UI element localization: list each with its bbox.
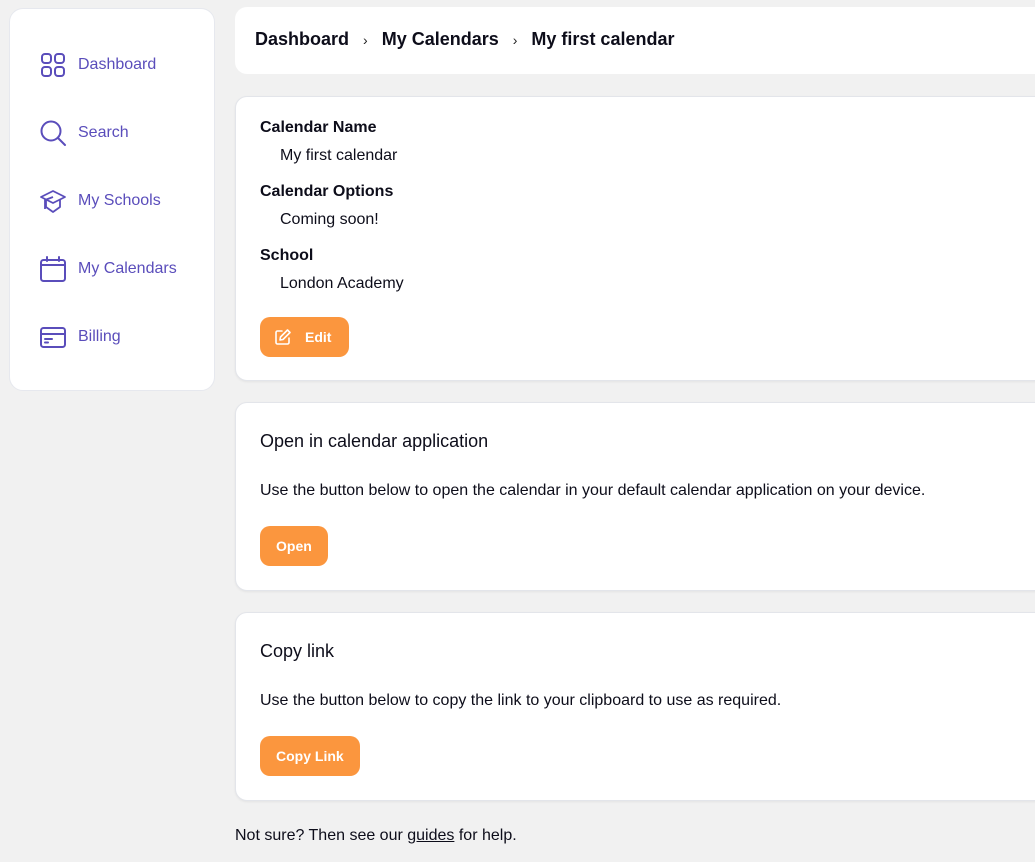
footer-suffix: for help.: [454, 827, 517, 844]
sidebar-item-label: Dashboard: [78, 56, 157, 73]
sidebar-item-dashboard[interactable]: Dashboard: [39, 50, 156, 80]
copy-section-description: Use the button below to copy the link to…: [260, 692, 782, 709]
breadcrumb-card: Dashboard › My Calendars › My first cale…: [235, 7, 1035, 74]
sidebar: Dashboard Search My Schools My Calendars…: [9, 8, 215, 391]
copy-link-button[interactable]: Copy Link: [260, 736, 360, 776]
school-value: London Academy: [280, 275, 404, 292]
guides-link[interactable]: guides: [407, 827, 454, 844]
calendar-options-value: Coming soon!: [280, 211, 379, 228]
breadcrumb-current: My first calendar: [531, 29, 675, 49]
chevron-right-icon: ›: [363, 31, 368, 48]
breadcrumb-my-calendars[interactable]: My Calendars: [382, 29, 499, 50]
open-section-description: Use the button below to open the calenda…: [260, 482, 926, 499]
calendar-options-label: Calendar Options: [260, 183, 394, 200]
chevron-right-icon: ›: [512, 31, 518, 48]
credit-card-icon: [39, 323, 67, 351]
sidebar-item-label: Billing: [78, 328, 121, 345]
calendar-name-label: Calendar Name: [260, 119, 377, 136]
sidebar-item-my-calendars[interactable]: My Calendars: [39, 254, 177, 284]
open-in-calendar-card: Open in calendar application Use the but…: [235, 402, 1035, 591]
calendar-icon: [39, 255, 67, 283]
graduation-cap-icon: [39, 187, 67, 215]
school-label: School: [260, 247, 314, 264]
calendar-details-card: Calendar Name My first calendar Calendar…: [235, 96, 1035, 381]
sidebar-item-label: My Calendars: [78, 260, 177, 277]
search-icon: [39, 119, 67, 147]
open-section-title: Open in calendar application: [260, 431, 489, 451]
edit-pencil-icon: [274, 328, 292, 346]
sidebar-item-label: My Schools: [78, 192, 161, 209]
sidebar-item-label: Search: [78, 124, 129, 141]
breadcrumb-dashboard[interactable]: Dashboard: [255, 29, 349, 50]
edit-button-label: Edit: [305, 329, 332, 345]
calendar-name-value: My first calendar: [280, 147, 398, 164]
edit-button[interactable]: Edit: [260, 317, 349, 357]
sidebar-item-billing[interactable]: Billing: [39, 322, 121, 352]
footer-prefix: Not sure? Then see our: [235, 827, 408, 844]
sidebar-item-my-schools[interactable]: My Schools: [39, 186, 161, 216]
help-footer: Not sure? Then see our guides for help.: [235, 827, 517, 845]
copy-link-card: Copy link Use the button below to copy t…: [235, 612, 1035, 801]
breadcrumb: Dashboard › My Calendars › My first cale…: [255, 29, 674, 50]
open-button[interactable]: Open: [260, 526, 328, 566]
dashboard-grid-icon: [39, 51, 67, 79]
copy-section-title: Copy link: [260, 641, 335, 661]
sidebar-item-search[interactable]: Search: [39, 118, 129, 148]
